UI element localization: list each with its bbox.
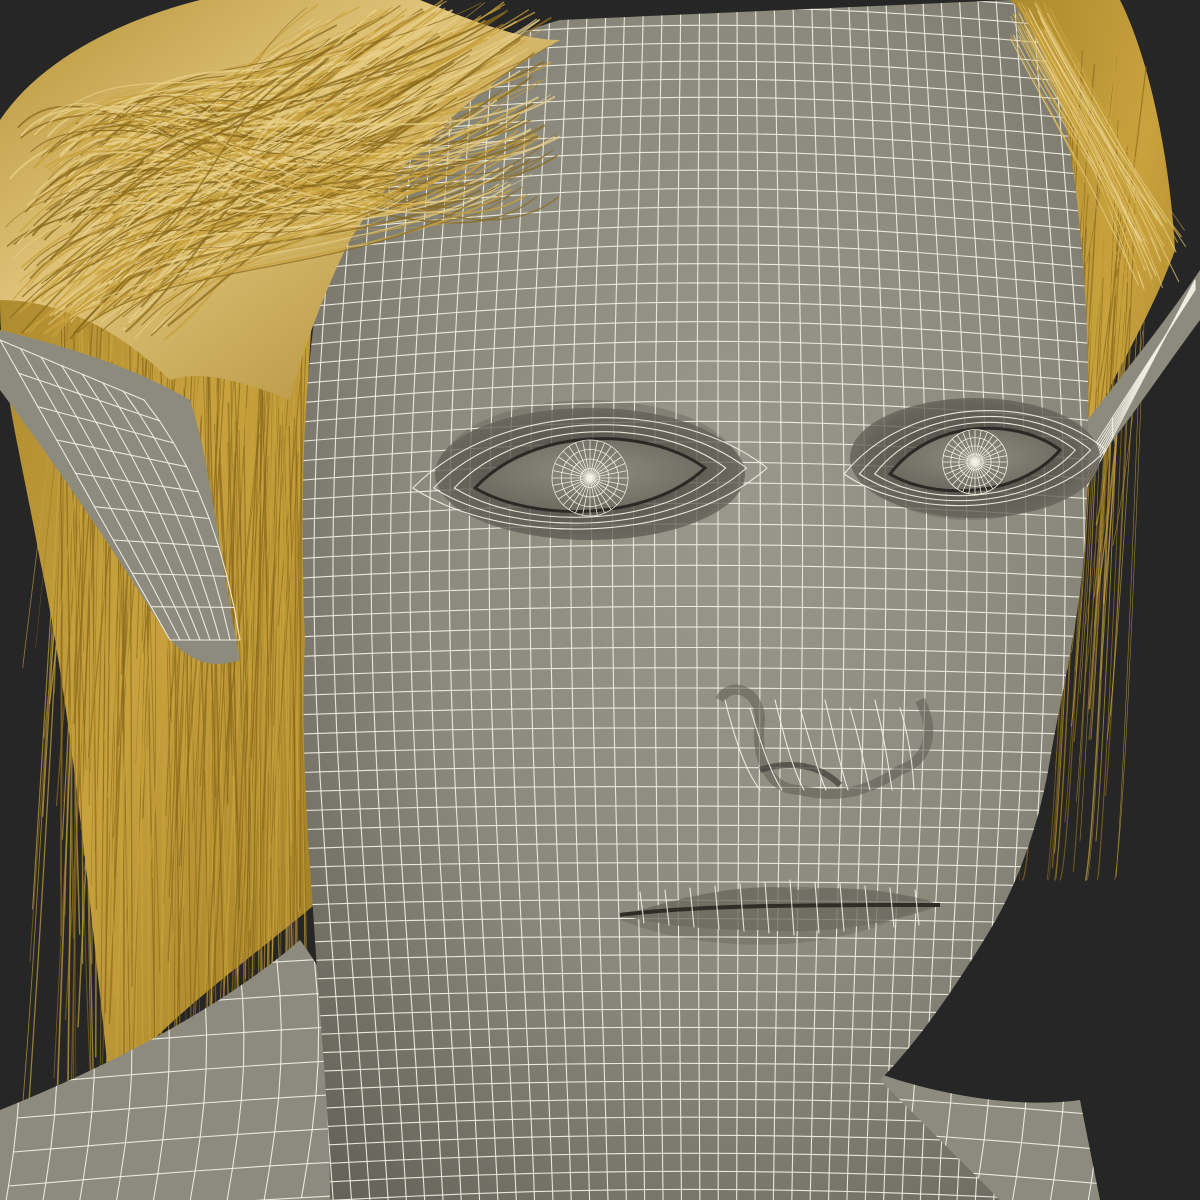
pupil-radial-wires [942,429,1008,495]
pupil-radial-wires [551,439,629,517]
render-viewport [0,0,1200,1200]
wireframe-head-render [0,0,1200,1200]
